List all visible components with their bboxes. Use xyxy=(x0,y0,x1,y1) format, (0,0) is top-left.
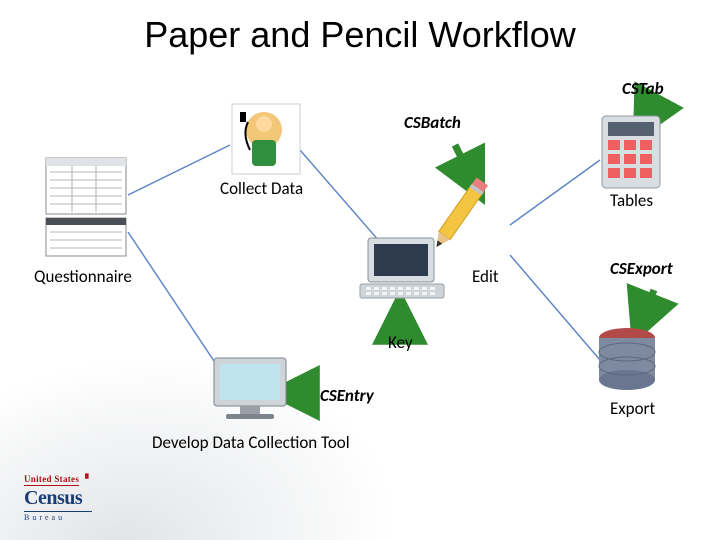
questionnaire-icon xyxy=(46,158,126,256)
laptop-icon xyxy=(360,238,444,298)
census-logo: United States ▘ Census Bureau xyxy=(24,469,92,522)
label-csentry: CSEntry xyxy=(320,385,374,406)
calculator-icon xyxy=(602,116,660,188)
label-tables: Tables xyxy=(610,190,653,211)
pencil-icon xyxy=(431,177,488,251)
logo-brand: Census xyxy=(24,487,92,510)
monitor-icon xyxy=(214,358,286,419)
label-csexport: CSExport xyxy=(610,258,673,279)
label-export: Export xyxy=(610,398,655,419)
person-icon xyxy=(232,104,300,174)
label-collect-data: Collect Data xyxy=(220,178,303,199)
label-key: Key xyxy=(388,332,413,353)
label-cstab: CSTab xyxy=(622,78,664,99)
logo-us: United States xyxy=(24,474,79,486)
label-csbatch: CSBatch xyxy=(404,112,461,133)
flag-icon: ▘ xyxy=(85,474,92,485)
logo-bureau: Bureau xyxy=(24,511,92,522)
label-develop-tool: Develop Data Collection Tool xyxy=(152,432,350,453)
page-title: Paper and Pencil Workflow xyxy=(0,14,720,56)
label-edit: Edit xyxy=(472,266,499,287)
database-icon xyxy=(599,328,655,390)
label-questionnaire: Questionnaire xyxy=(34,266,132,287)
